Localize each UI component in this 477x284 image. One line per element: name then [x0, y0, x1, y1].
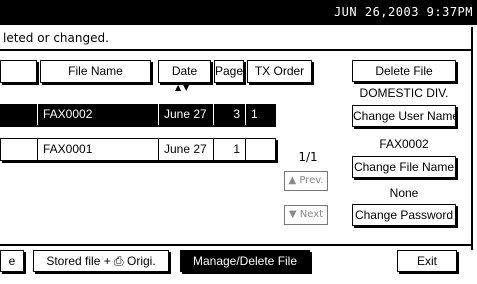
sort-arrows-icon: ▲▼ [175, 83, 192, 92]
row-file-name: FAX0002 [37, 104, 158, 125]
file-name-value: FAX0002 [379, 137, 429, 151]
column-header-file-name[interactable]: File Name [40, 60, 151, 83]
exit-button[interactable]: Exit [397, 250, 457, 272]
row-page: 3 [213, 104, 245, 125]
prev-page-button[interactable]: ▲ Prev. [284, 171, 328, 191]
tab-manage-delete-file[interactable]: Manage/Delete File [180, 250, 310, 272]
panel-border [471, 27, 473, 250]
change-user-name-button[interactable]: Change User Name [352, 105, 456, 127]
user-name-value: DOMESTIC DIV. [359, 86, 449, 100]
column-header-date[interactable]: Date [158, 60, 211, 83]
datetime-display: JUN 26,2003 9:37PM [333, 5, 473, 19]
row-date: June 27 [158, 139, 213, 160]
next-page-button[interactable]: ▼ Next [284, 205, 328, 225]
change-file-name-button[interactable]: Change File Name [352, 156, 456, 178]
bottom-divider [0, 244, 473, 246]
tab-stored-file-origi[interactable]: Stored file + ⎙ Origi. [33, 250, 169, 272]
tab-left-partial[interactable]: e [0, 250, 24, 272]
message-text: leted or changed. [0, 27, 473, 51]
row-page: 1 [213, 139, 245, 160]
column-header-left[interactable] [0, 60, 37, 83]
row-date: June 27 [158, 104, 213, 125]
table-row[interactable]: FAX0001 June 27 1 [0, 138, 276, 161]
row-stub [1, 139, 37, 160]
column-header-page[interactable]: Page [214, 60, 244, 83]
change-password-button[interactable]: Change Password [352, 204, 456, 226]
fax-file-manager-screen: JUN 26,2003 9:37PM leted or changed. Fil… [0, 0, 477, 284]
delete-file-button[interactable]: Delete File [352, 60, 456, 82]
row-stub [0, 104, 37, 125]
row-tx-order [245, 139, 275, 160]
row-tx-order: 1 [245, 104, 276, 125]
column-header-tx-order[interactable]: TX Order [247, 60, 312, 83]
page-indicator: 1/1 [298, 150, 318, 164]
row-file-name: FAX0001 [37, 139, 158, 160]
status-bar: JUN 26,2003 9:37PM [0, 0, 477, 25]
password-value: None [389, 186, 419, 200]
table-row[interactable]: FAX0002 June 27 3 1 [0, 104, 276, 127]
